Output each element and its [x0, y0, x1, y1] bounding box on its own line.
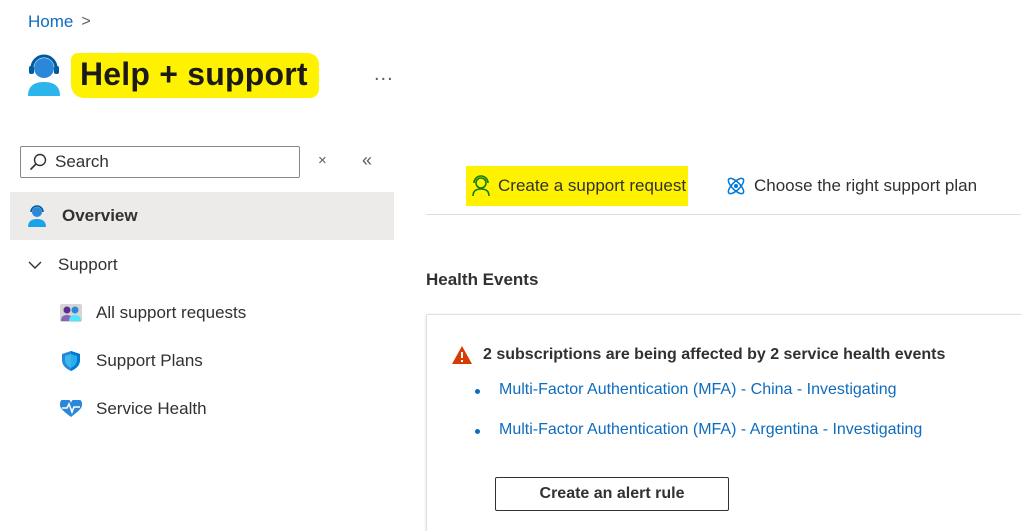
collapse-sidebar-icon[interactable]: «	[362, 150, 372, 171]
sidebar-item-label: Overview	[62, 206, 138, 225]
create-support-request-label: Create a support request	[498, 176, 687, 195]
sidebar-item-service-health[interactable]: Service Health	[60, 386, 390, 432]
sidebar-item-overview[interactable]: Overview	[10, 192, 394, 240]
create-support-request-button[interactable]: Create a support request	[466, 166, 689, 206]
health-event-link[interactable]: Multi-Factor Authentication (MFA) - Arge…	[474, 421, 922, 439]
search-box	[20, 146, 300, 178]
sidebar-item-support-plans[interactable]: Support Plans	[60, 338, 390, 384]
shield-icon	[60, 350, 82, 372]
health-warning: 2 subscriptions are being affected by 2 …	[451, 345, 945, 365]
command-bar: Create a support request Choose the righ…	[426, 162, 1021, 215]
breadcrumb-home-link[interactable]: Home	[28, 12, 73, 32]
title-highlight: Help + support	[74, 55, 316, 95]
chevron-down-icon	[28, 257, 42, 273]
health-events-heading: Health Events	[426, 270, 539, 289]
heart-pulse-icon	[60, 398, 82, 420]
title-row: Help + support	[26, 52, 316, 98]
clear-search-icon[interactable]: ×	[318, 152, 327, 169]
search-icon	[29, 153, 47, 171]
sidebar-group-support[interactable]: Support	[10, 242, 394, 288]
breadcrumb-separator: >	[81, 13, 91, 30]
sidebar-item-label: Support Plans	[96, 351, 203, 370]
support-agent-icon	[472, 175, 490, 197]
people-icon	[60, 302, 82, 324]
support-agent-icon	[28, 54, 60, 96]
warning-icon	[452, 346, 472, 364]
health-event-link[interactable]: Multi-Factor Authentication (MFA) - Chin…	[475, 381, 897, 399]
create-alert-rule-button[interactable]: Create an alert rule	[495, 477, 729, 511]
search-input[interactable]	[53, 151, 287, 173]
health-events-card: 2 subscriptions are being affected by 2 …	[426, 314, 1021, 531]
support-agent-icon	[26, 205, 48, 227]
choose-support-plan-label: Choose the right support plan	[754, 176, 978, 195]
sidebar-item-all-support-requests[interactable]: All support requests	[60, 290, 390, 336]
sidebar-item-label: All support requests	[96, 303, 247, 322]
health-warning-text: 2 subscriptions are being affected by 2 …	[483, 346, 946, 363]
sidebar-item-label: Service Health	[96, 399, 207, 418]
help-support-page: Home > Help + support ... × «	[0, 0, 1021, 531]
atom-icon	[727, 177, 745, 195]
breadcrumb: Home >	[28, 12, 91, 32]
choose-support-plan-button[interactable]: Choose the right support plan	[724, 170, 977, 202]
sidebar-item-label: Support	[58, 255, 118, 274]
more-options-icon[interactable]: ...	[374, 63, 394, 86]
page-title: Help + support	[80, 55, 308, 92]
